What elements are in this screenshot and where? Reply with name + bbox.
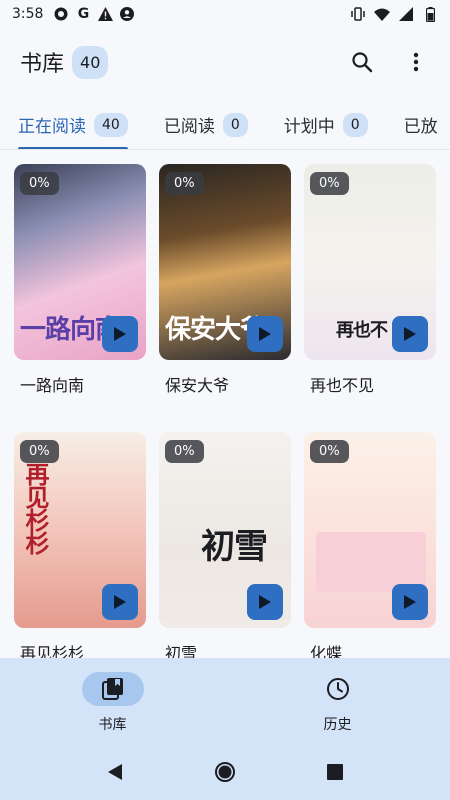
play-button[interactable] (392, 584, 428, 620)
page-title: 书库 (20, 52, 65, 77)
account-icon (119, 6, 135, 22)
nav-label: 书库 (98, 717, 127, 733)
play-button[interactable] (392, 316, 428, 352)
book-cover[interactable]: 0% 初雪 (159, 432, 291, 628)
tab-label: 计划中 (283, 117, 335, 137)
back-button[interactable] (101, 758, 129, 786)
status-bar: 3:58 G (0, 0, 450, 28)
nav-pill (307, 672, 369, 706)
progress-badge: 0% (310, 440, 349, 463)
more-options-button[interactable] (402, 48, 430, 76)
book-cover[interactable]: 0% 保安大爷 (159, 164, 291, 360)
nav-label: 历史 (323, 717, 352, 733)
nav-history[interactable]: 历史 (225, 658, 450, 744)
book-item[interactable]: 0% 再也不 再也不见 (304, 164, 436, 396)
nav-library[interactable]: 书库 (0, 658, 225, 744)
book-count-badge: 40 (72, 45, 109, 79)
cover-gift-box-art (316, 532, 426, 592)
search-button[interactable] (348, 48, 376, 76)
tab-read[interactable]: 已阅读 0 (146, 101, 266, 149)
book-item[interactable]: 0% 初雪 初雪 (159, 432, 291, 664)
book-cover[interactable]: 0% 一路向南 (14, 164, 146, 360)
play-button[interactable] (247, 316, 283, 352)
progress-badge: 0% (20, 440, 59, 463)
home-button[interactable] (211, 758, 239, 786)
tab-count-badge: 0 (222, 112, 248, 137)
battery-icon (422, 6, 438, 22)
book-item[interactable]: 0% 一路向南 一路向南 (14, 164, 146, 396)
play-icon (114, 595, 126, 609)
search-icon (352, 52, 373, 73)
signal-icon (398, 6, 414, 22)
book-grid: 0% 一路向南 一路向南 0% 保安大爷 保安大爷 0% 再也不 再也不见 0%… (14, 164, 440, 664)
tab-count-badge: 40 (94, 112, 128, 137)
tab-label: 已放 (403, 117, 438, 137)
book-item[interactable]: 0% 化蝶 (304, 432, 436, 664)
play-button[interactable] (102, 316, 138, 352)
play-icon (259, 327, 271, 341)
back-icon (108, 764, 122, 780)
bottom-navigation: 书库 历史 (0, 658, 450, 744)
play-icon (114, 327, 126, 341)
progress-badge: 0% (20, 172, 59, 195)
podcast-app-icon (53, 6, 69, 22)
nav-pill (81, 672, 144, 706)
tab-count-badge: 0 (342, 112, 368, 137)
tab-planned[interactable]: 计划中 0 (266, 101, 386, 149)
play-icon (404, 327, 416, 341)
progress-badge: 0% (165, 172, 204, 195)
play-icon (259, 595, 271, 609)
wifi-icon (374, 6, 390, 22)
google-icon: G (77, 6, 90, 22)
play-icon (404, 595, 416, 609)
book-title: 一路向南 (20, 376, 85, 395)
home-icon (215, 762, 235, 782)
recents-button[interactable] (321, 758, 349, 786)
cover-title-art: 初雪 (201, 527, 268, 567)
tab-dropped[interactable]: 已放 (386, 101, 450, 149)
tab-reading[interactable]: 正在阅读 40 (0, 101, 146, 149)
app-bar: 书库 40 (0, 40, 450, 84)
book-item[interactable]: 0% 再见杉杉 再见杉杉 (14, 432, 146, 664)
tab-label: 已阅读 (163, 117, 215, 137)
system-status-icons (350, 6, 438, 22)
book-cover[interactable]: 0% 再见杉杉 (14, 432, 146, 628)
notification-icons: G (53, 6, 135, 22)
cover-title-art: 再见杉杉 (21, 462, 50, 554)
progress-badge: 0% (310, 172, 349, 195)
book-item[interactable]: 0% 保安大爷 保安大爷 (159, 164, 291, 396)
book-cover[interactable]: 0% 再也不 (304, 164, 436, 360)
book-title: 再也不见 (310, 376, 375, 395)
play-button[interactable] (247, 584, 283, 620)
reading-status-tabs: 正在阅读 40 已阅读 0 计划中 0 已放 (0, 100, 450, 150)
progress-badge: 0% (165, 440, 204, 463)
library-icon (101, 678, 123, 700)
cover-title-art: 再也不 (336, 320, 388, 341)
book-cover[interactable]: 0% (304, 432, 436, 628)
book-title: 保安大爷 (165, 376, 230, 395)
system-navigation-bar (0, 744, 450, 800)
vibrate-icon (350, 6, 366, 22)
recents-icon (327, 764, 343, 780)
status-time: 3:58 (12, 6, 44, 22)
more-vert-icon (413, 52, 419, 72)
tab-label: 正在阅读 (18, 117, 86, 137)
play-button[interactable] (102, 584, 138, 620)
history-icon (326, 678, 349, 700)
warning-icon (97, 6, 113, 22)
